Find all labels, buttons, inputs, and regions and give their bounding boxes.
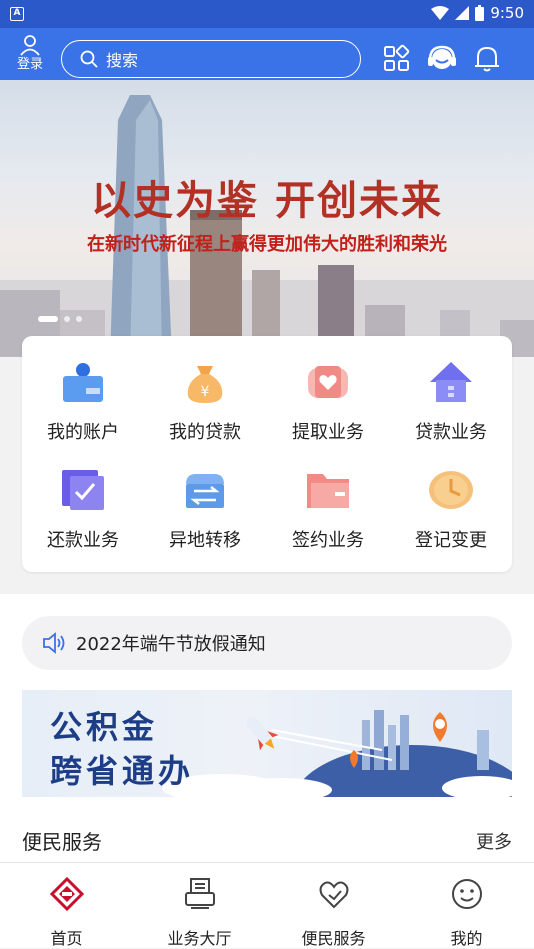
carousel-dot-active	[38, 316, 58, 322]
printer-icon	[184, 878, 215, 909]
grid-icon[interactable]	[383, 44, 411, 74]
tab-label: 便民服务	[301, 929, 366, 948]
service-loan-business[interactable]: 贷款业务	[390, 336, 512, 443]
wifi-icon	[431, 6, 450, 20]
notice-text: 2022年端午节放假通知	[76, 634, 266, 655]
login-label: 登录	[16, 57, 43, 72]
customer-service-icon[interactable]	[427, 44, 457, 74]
notification-icon: A	[10, 7, 24, 21]
money-bag-icon: ¥	[187, 366, 223, 403]
section-title: 便民服务	[22, 830, 102, 854]
heart-withdraw-icon	[308, 366, 348, 398]
tab-business-hall[interactable]: 业务大厅	[133, 863, 266, 949]
banner-carousel[interactable]: 以史为鉴 开创未来 在新时代新征程上赢得更加伟大的胜利和荣光	[0, 80, 534, 357]
home-logo-icon	[49, 876, 84, 912]
search-icon	[80, 50, 98, 68]
service-my-account[interactable]: 我的账户	[22, 336, 144, 443]
search-input[interactable]: 搜索	[61, 40, 361, 78]
clock-icon	[429, 471, 473, 509]
service-registration-change[interactable]: 登记变更	[390, 444, 512, 551]
repay-check-icon	[62, 470, 104, 510]
tab-home[interactable]: 首页	[0, 863, 133, 949]
service-label: 签约业务	[292, 530, 364, 551]
more-link[interactable]: 更多	[476, 828, 512, 854]
service-label: 贷款业务	[415, 422, 487, 443]
service-label: 登记变更	[415, 530, 487, 551]
carousel-dot	[76, 316, 82, 322]
svg-text:¥: ¥	[201, 384, 210, 400]
app-header: 登录 搜索	[0, 28, 534, 80]
service-withdraw[interactable]: 提取业务	[267, 336, 389, 443]
carousel-dot	[64, 316, 70, 322]
battery-icon	[475, 5, 485, 21]
promo-title-line2: 跨省通办	[50, 752, 195, 790]
account-card-icon	[63, 363, 103, 402]
status-time: 9:50	[490, 4, 524, 22]
house-icon	[430, 362, 472, 402]
service-label: 我的贷款	[169, 422, 241, 443]
search-placeholder: 搜索	[106, 51, 139, 70]
bell-icon[interactable]	[473, 44, 501, 74]
transfer-icon	[186, 474, 224, 508]
service-label: 提取业务	[292, 422, 364, 443]
service-repayment[interactable]: 还款业务	[22, 444, 144, 551]
tab-mine[interactable]: 我的	[400, 863, 533, 949]
bottom-tab-bar: 首页 业务大厅 便民服务 我的	[0, 862, 534, 948]
tab-convenience-services[interactable]: 便民服务	[267, 863, 400, 949]
banner-subtitle: 在新时代新征程上赢得更加伟大的胜利和荣光	[87, 234, 447, 255]
login-button[interactable]: 登录	[10, 34, 50, 78]
service-transfer[interactable]: 异地转移	[144, 444, 266, 551]
heart-hand-icon	[319, 881, 348, 909]
service-signing[interactable]: 签约业务	[267, 444, 389, 551]
promo-title-line1: 公积金	[50, 708, 159, 746]
tab-label: 业务大厅	[167, 929, 232, 948]
service-label: 我的账户	[47, 422, 119, 443]
notice-bar[interactable]: 2022年端午节放假通知	[22, 616, 512, 670]
speaker-icon	[43, 632, 65, 654]
service-my-loan[interactable]: ¥ 我的贷款	[144, 336, 266, 443]
folder-icon	[307, 474, 349, 508]
promo-banner[interactable]: 公积金 跨省通办	[22, 690, 512, 797]
tab-label: 首页	[50, 929, 83, 948]
user-icon	[20, 35, 40, 56]
carousel-indicator	[38, 316, 82, 322]
signal-icon	[455, 6, 470, 20]
status-bar: A 9:50	[0, 0, 534, 28]
smile-icon	[451, 879, 482, 909]
service-label: 异地转移	[169, 530, 241, 551]
tab-label: 我的	[450, 929, 483, 948]
banner-title: 以史为鉴 开创未来	[91, 177, 443, 224]
service-label: 还款业务	[47, 530, 119, 551]
quick-services-grid: 我的账户 ¥ 我的贷款 提取业务 贷款业务 还款业务 异地转移 签约业务 登记变…	[22, 336, 512, 572]
